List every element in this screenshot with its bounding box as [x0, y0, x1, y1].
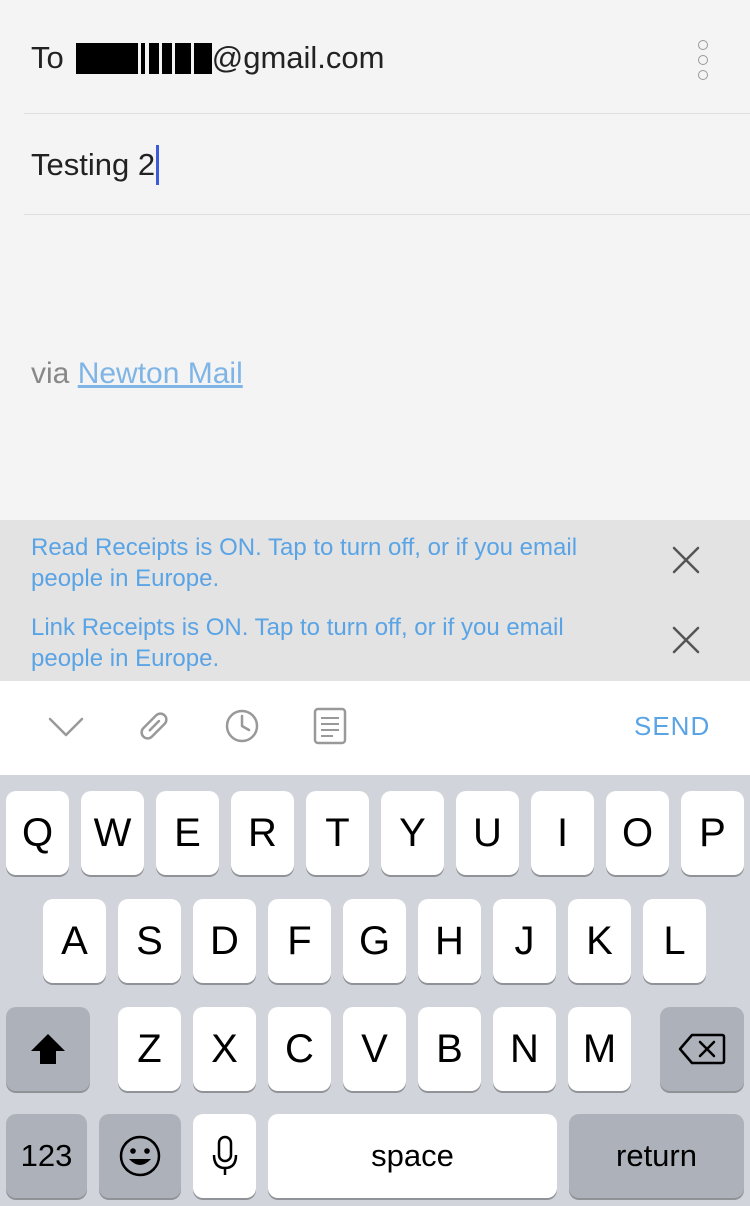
key-v[interactable]: V: [343, 1007, 406, 1091]
key-j[interactable]: J: [493, 899, 556, 983]
key-l[interactable]: L: [643, 899, 706, 983]
key-t[interactable]: T: [306, 791, 369, 875]
to-address-suffix: @gmail.com: [211, 40, 385, 75]
to-field[interactable]: To @gmail.com: [31, 40, 384, 76]
key-k[interactable]: K: [568, 899, 631, 983]
emoji-key[interactable]: [99, 1114, 181, 1198]
close-icon[interactable]: [668, 622, 704, 658]
key-m[interactable]: M: [568, 1007, 631, 1091]
send-button[interactable]: SEND: [634, 711, 710, 742]
redacted-block: [148, 42, 159, 74]
space-key[interactable]: space: [268, 1114, 557, 1198]
more-options-icon[interactable]: [690, 40, 716, 80]
shift-icon: [31, 1034, 65, 1064]
redacted-block: [174, 42, 191, 74]
key-f[interactable]: F: [268, 899, 331, 983]
key-u[interactable]: U: [456, 791, 519, 875]
key-x[interactable]: X: [193, 1007, 256, 1091]
chevron-down-icon[interactable]: [46, 706, 86, 746]
banner-message: Read Receipts is ON. Tap to turn off, or…: [31, 534, 578, 592]
key-q[interactable]: Q: [6, 791, 69, 875]
backspace-key[interactable]: [660, 1007, 744, 1091]
key-c[interactable]: C: [268, 1007, 331, 1091]
key-r[interactable]: R: [231, 791, 294, 875]
numbers-key[interactable]: 123: [6, 1114, 87, 1198]
key-i[interactable]: I: [531, 791, 594, 875]
key-z[interactable]: Z: [118, 1007, 181, 1091]
key-d[interactable]: D: [193, 899, 256, 983]
paperclip-icon[interactable]: [134, 706, 174, 746]
banner-message: Link Receipts is ON. Tap to turn off, or…: [31, 614, 564, 672]
key-s[interactable]: S: [118, 899, 181, 983]
key-n[interactable]: N: [493, 1007, 556, 1091]
redacted-block: [140, 42, 145, 74]
redacted-block: [193, 42, 212, 74]
key-w[interactable]: W: [81, 791, 144, 875]
link-receipts-banner[interactable]: Link Receipts is ON. Tap to turn off, or…: [0, 600, 750, 680]
divider: [24, 214, 750, 215]
key-b[interactable]: B: [418, 1007, 481, 1091]
signature: via Newton Mail: [31, 357, 243, 391]
close-icon[interactable]: [668, 542, 704, 578]
signature-prefix: via: [31, 357, 70, 390]
key-h[interactable]: H: [418, 899, 481, 983]
redacted-block: [75, 42, 138, 74]
key-g[interactable]: G: [343, 899, 406, 983]
microphone-icon: [212, 1135, 237, 1175]
text-cursor: [156, 145, 160, 185]
key-a[interactable]: A: [43, 899, 106, 983]
key-p[interactable]: P: [681, 791, 744, 875]
return-key[interactable]: return: [569, 1114, 744, 1198]
shift-key[interactable]: [6, 1007, 90, 1091]
to-row[interactable]: To @gmail.com: [0, 0, 750, 114]
newton-mail-link[interactable]: Newton Mail: [78, 357, 243, 390]
subject-text: Testing 2: [31, 147, 156, 182]
clock-icon[interactable]: [222, 706, 262, 746]
compose-toolbar: SEND: [0, 681, 750, 775]
microphone-key[interactable]: [193, 1114, 256, 1198]
redacted-block: [161, 42, 172, 74]
read-receipts-banner[interactable]: Read Receipts is ON. Tap to turn off, or…: [0, 520, 750, 600]
key-y[interactable]: Y: [381, 791, 444, 875]
emoji-icon: [119, 1135, 161, 1177]
key-e[interactable]: E: [156, 791, 219, 875]
subject-field[interactable]: Testing 2: [31, 145, 160, 185]
receipt-banners: Read Receipts is ON. Tap to turn off, or…: [0, 520, 750, 681]
template-icon[interactable]: [310, 706, 350, 746]
to-label: To: [31, 40, 64, 75]
keyboard: QWERTYUIOP ASDFGHJKL ZXCVBNM 123 space r…: [0, 775, 750, 1206]
backspace-icon: [678, 1033, 726, 1065]
divider: [24, 113, 750, 114]
key-o[interactable]: O: [606, 791, 669, 875]
